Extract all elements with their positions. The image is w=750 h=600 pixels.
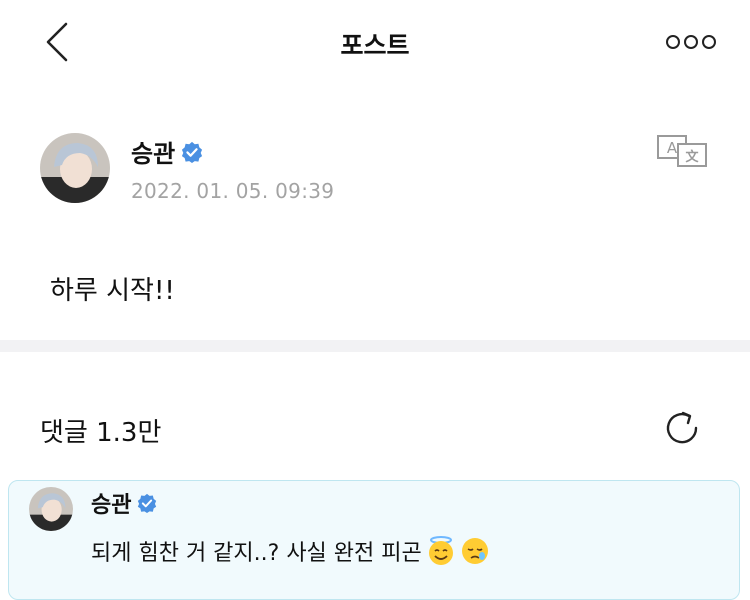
- svg-text:文: 文: [685, 149, 699, 165]
- post-date: 2022. 01. 05. 09:39: [131, 179, 335, 203]
- comment-author[interactable]: 승관: [91, 487, 157, 519]
- page-title: 포스트: [340, 31, 410, 60]
- comment-text: 되게 힘찬 거 같지..? 사실 완전 피곤: [91, 541, 422, 566]
- comments-count: 댓글 1.3만: [40, 418, 162, 448]
- comments-header: 댓글 1.3만: [0, 352, 750, 472]
- comment-body: 되게 힘찬 거 같지..? 사실 완전 피곤: [91, 535, 490, 567]
- halo-smile-emoji: [428, 536, 453, 565]
- post: 승관 2022. 01. 05. 09:39 A 文 하루 시작!!: [0, 88, 750, 340]
- verified-badge-icon: [182, 141, 203, 163]
- avatar[interactable]: [29, 487, 73, 531]
- avatar[interactable]: [40, 133, 110, 203]
- post-body: 하루 시작!!: [50, 276, 175, 306]
- top-bar: 포스트: [0, 0, 750, 88]
- author-name: 승관: [91, 493, 132, 518]
- refresh-icon[interactable]: [662, 408, 702, 448]
- translate-icon[interactable]: A 文: [656, 134, 708, 168]
- post-author[interactable]: 승관: [131, 134, 203, 169]
- verified-badge-icon: [138, 493, 157, 513]
- svg-text:A: A: [667, 139, 678, 157]
- author-name: 승관: [131, 140, 176, 168]
- sleepy-face-emoji: [461, 538, 488, 564]
- more-dots-icon[interactable]: [666, 34, 716, 50]
- highlighted-comment[interactable]: 승관 되게 힘찬 거 같지..? 사실 완전 피곤: [8, 480, 740, 600]
- section-divider: [0, 340, 750, 352]
